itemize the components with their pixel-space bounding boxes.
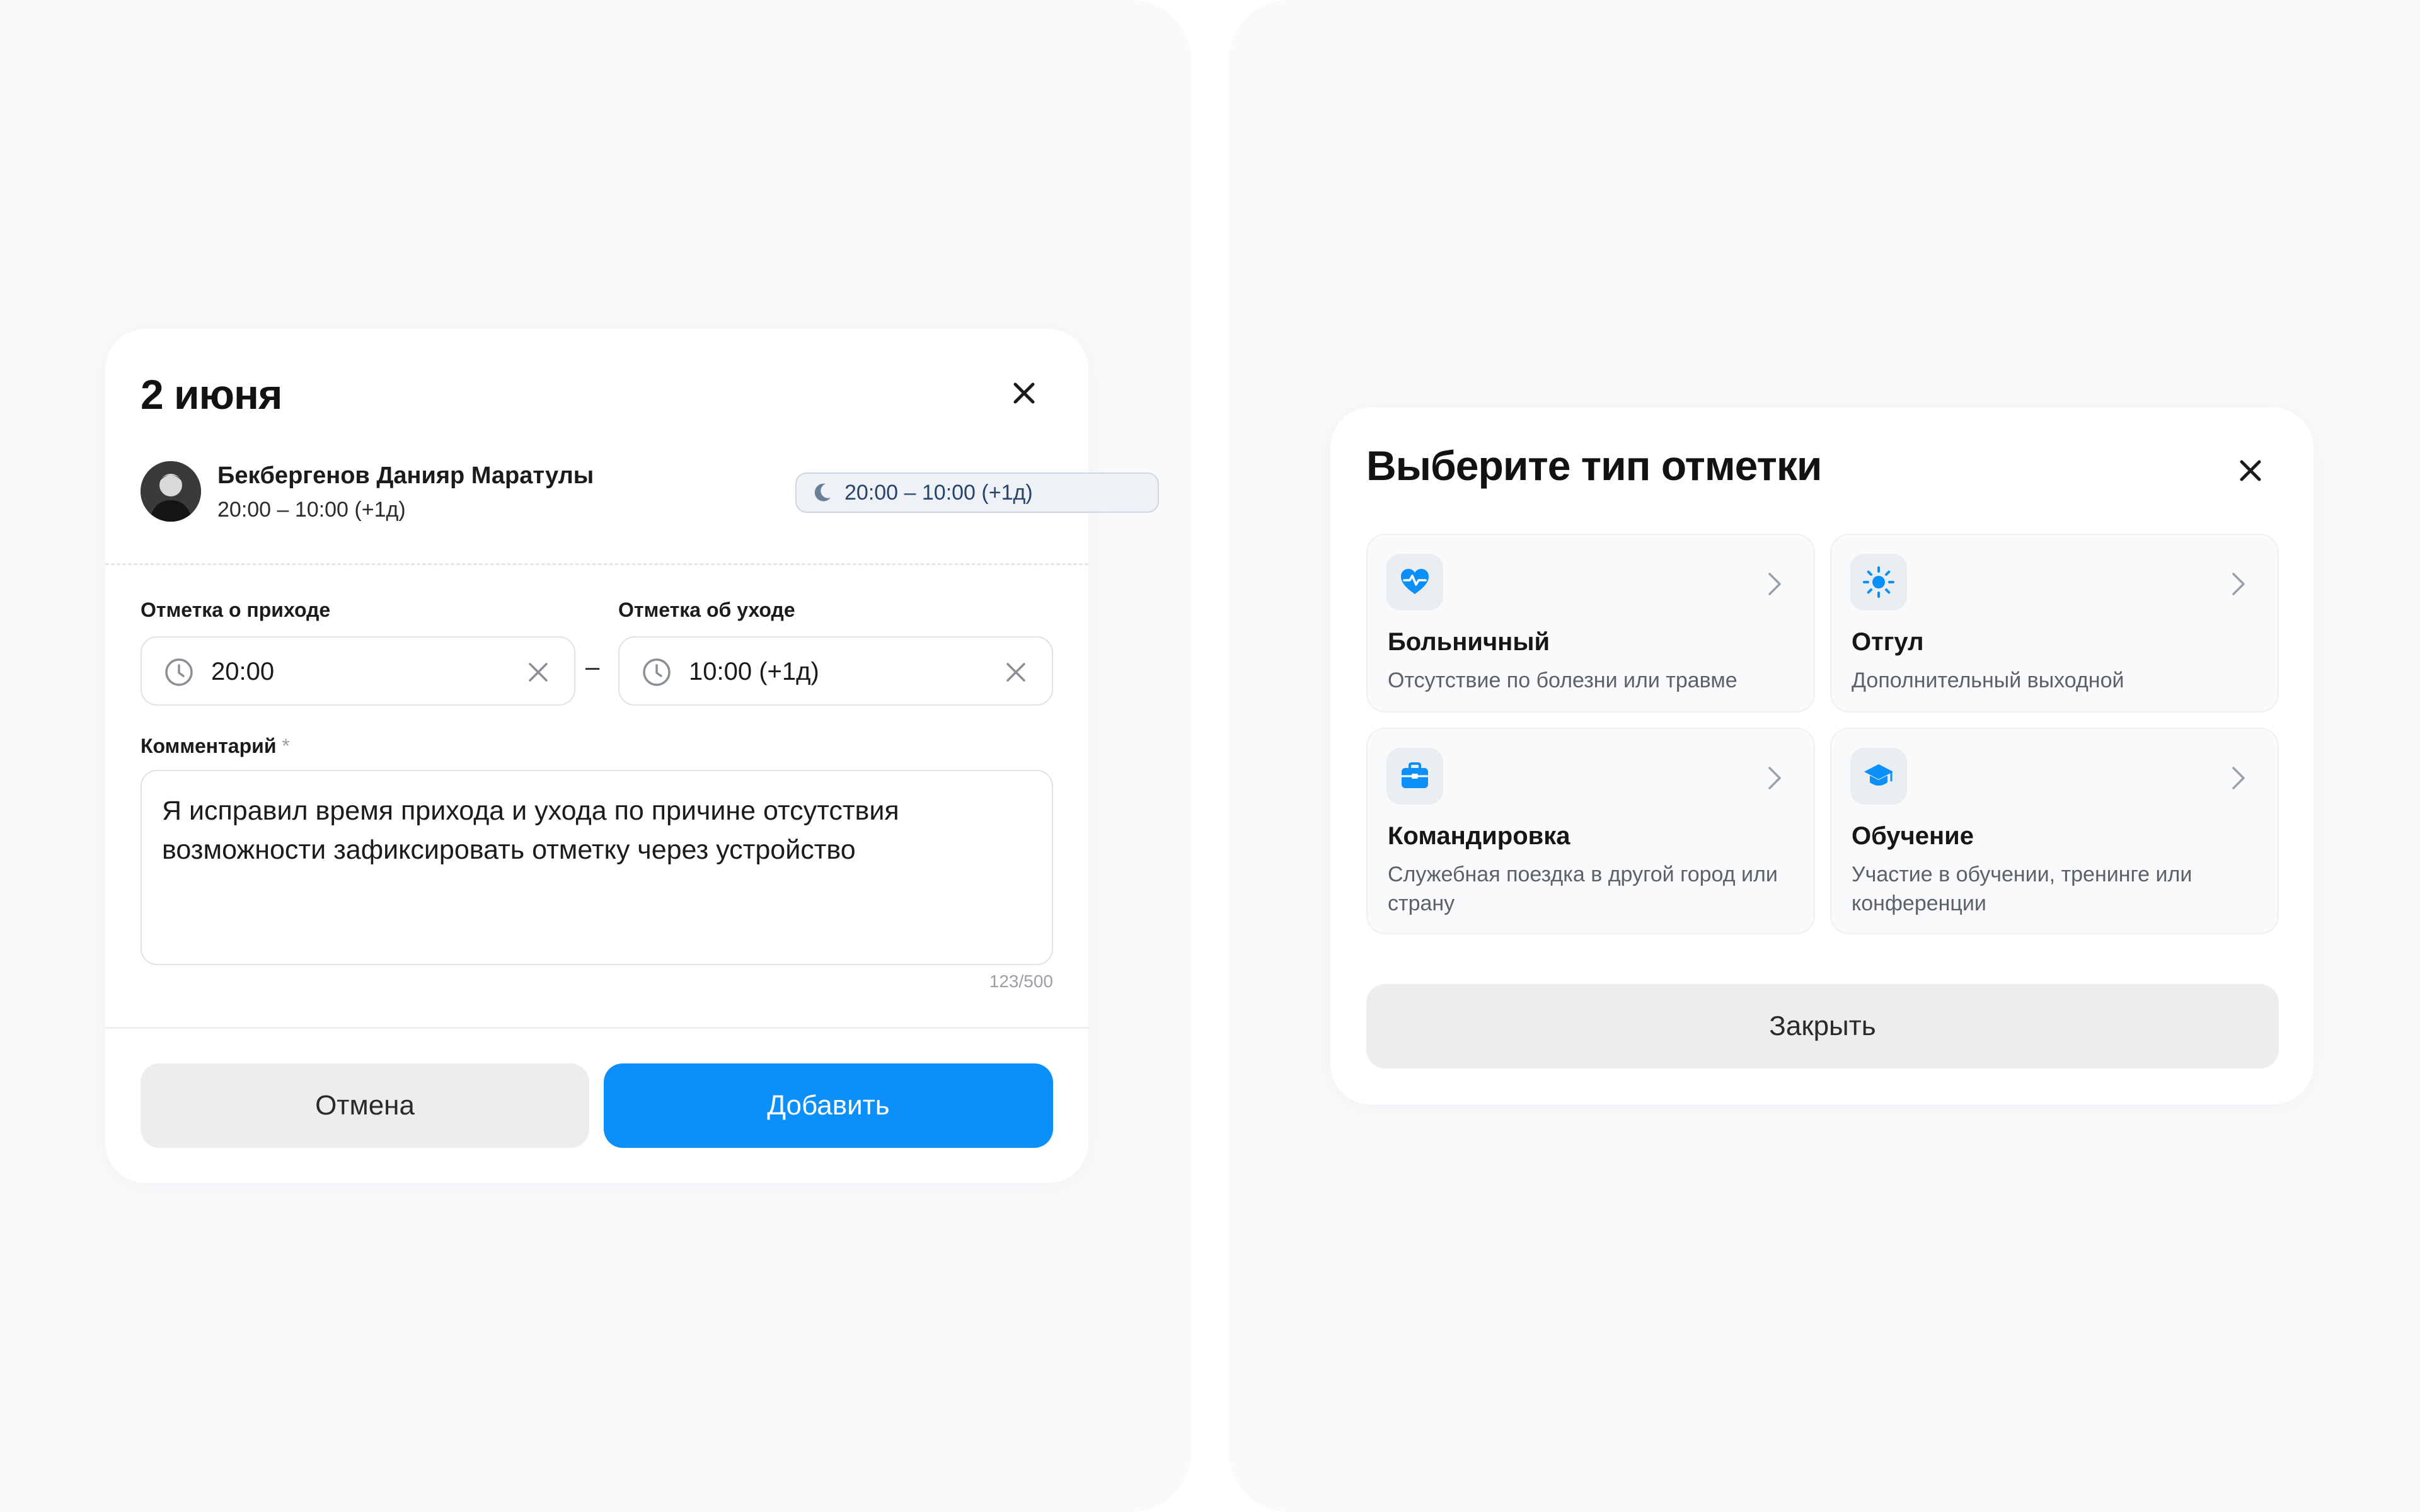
- chevron-right-icon: [2232, 573, 2245, 595]
- arrival-time-input[interactable]: 20:00: [141, 636, 575, 706]
- chevron-right-icon: [2232, 767, 2245, 789]
- sun-icon: [1863, 566, 1894, 598]
- moon-icon: [814, 483, 831, 501]
- comment-label-text: Комментарий: [141, 735, 277, 757]
- entry-modal: 2 июня Бекбергенов Данияр Маратулы 20:00…: [105, 329, 1159, 1183]
- heart-pulse-icon: [1401, 569, 1429, 594]
- option-description: Отсутствие по болезни или травме: [1388, 668, 1737, 692]
- clock-icon: [643, 658, 671, 686]
- modal-title: Выберите тип отметки: [1366, 442, 1822, 489]
- footer-divider: [105, 1027, 1088, 1029]
- night-shift-badge: 20:00 – 10:00 (+1д): [795, 472, 1159, 513]
- option-business-trip[interactable]: Командировка Служебная поездка в другой …: [1366, 728, 1815, 934]
- employee-shift-time: 20:00 – 10:00 (+1д): [217, 498, 406, 522]
- option-training[interactable]: Обучение Участие в обучении, тренинге ил…: [1830, 728, 2279, 934]
- departure-label: Отметка об уходе: [618, 598, 795, 621]
- character-counter: 123/500: [989, 971, 1053, 991]
- range-separator: –: [585, 653, 600, 681]
- departure-time-value: 10:00 (+1д): [689, 658, 819, 685]
- option-icon-box: [1850, 554, 1907, 610]
- option-title: Обучение: [1852, 822, 1974, 850]
- close-button[interactable]: Закрыть: [1366, 984, 2279, 1068]
- briefcase-icon: [1402, 762, 1428, 788]
- option-title: Отгул: [1852, 628, 1924, 656]
- graduation-cap-icon: [1864, 764, 1893, 786]
- add-button[interactable]: Добавить: [604, 1063, 1053, 1148]
- option-icon-box: [1850, 748, 1907, 805]
- close-icon[interactable]: [1006, 375, 1042, 411]
- option-description: Участие в обучении, тренинге или конфере…: [1852, 862, 2192, 915]
- option-title: Больничный: [1388, 628, 1550, 656]
- close-icon[interactable]: [2233, 453, 2268, 488]
- arrival-time-value: 20:00: [211, 658, 275, 685]
- chevron-right-icon: [1768, 573, 1781, 595]
- option-day-off[interactable]: Отгул Дополнительный выходной: [1830, 534, 2279, 713]
- departure-time-input[interactable]: 10:00 (+1д): [618, 636, 1053, 706]
- option-title: Командировка: [1388, 822, 1570, 850]
- option-icon-box: [1386, 554, 1443, 610]
- chevron-right-icon: [1768, 767, 1781, 789]
- option-sick-leave[interactable]: Больничный Отсутствие по болезни или тра…: [1366, 534, 1815, 713]
- arrival-label: Отметка о приходе: [141, 598, 331, 621]
- divider: [105, 563, 1088, 565]
- option-description: Дополнительный выходной: [1852, 668, 2124, 692]
- employee-name: Бекбергенов Данияр Маратулы: [217, 462, 594, 489]
- avatar: [141, 461, 201, 522]
- type-select-modal: Выберите тип отметки Больничный Отсутств…: [1330, 408, 2313, 1104]
- comment-label: Комментарий *: [141, 735, 290, 758]
- clear-icon[interactable]: [525, 659, 551, 685]
- option-description: Служебная поездка в другой город или стр…: [1388, 862, 1778, 915]
- modal-title: 2 июня: [141, 371, 282, 418]
- cancel-button[interactable]: Отмена: [141, 1063, 589, 1148]
- shift-badge-text: 20:00 – 10:00 (+1д): [844, 480, 1033, 505]
- clear-icon[interactable]: [1003, 659, 1029, 685]
- option-icon-box: [1386, 748, 1443, 805]
- required-mark: *: [282, 735, 290, 757]
- clock-icon: [165, 658, 193, 686]
- comment-textarea[interactable]: Я исправил время прихода и ухода по прич…: [141, 770, 1053, 965]
